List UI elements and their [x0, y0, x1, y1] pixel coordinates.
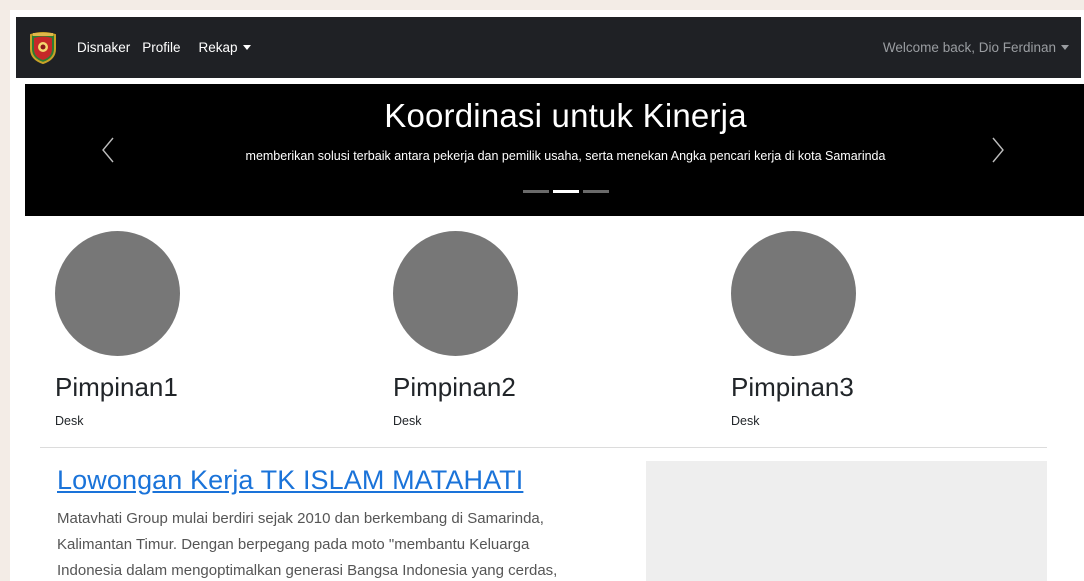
- nav-profile[interactable]: Profile: [142, 40, 180, 55]
- carousel-next-button[interactable]: [985, 132, 1009, 168]
- leader-desc: Desk: [393, 414, 422, 428]
- carousel-indicators: [25, 190, 1084, 193]
- job-description-line: Indonesia dalam mengoptimalkan generasi …: [57, 562, 558, 579]
- leader-desc: Desk: [55, 414, 84, 428]
- caret-down-icon: [242, 45, 251, 50]
- job-image-placeholder: [646, 461, 1047, 581]
- top-navbar: Disnaker Profile Rekap Welcome back, Dio…: [16, 17, 1081, 78]
- leader-avatar: [731, 231, 856, 356]
- page-frame: Disnaker Profile Rekap Welcome back, Dio…: [10, 10, 1084, 581]
- job-listing-link[interactable]: Lowongan Kerja TK ISLAM MATAHATI: [57, 465, 523, 496]
- job-description-line: Matavhati Group mulai berdiri sejak 2010…: [57, 510, 544, 527]
- carousel-indicator-2[interactable]: [552, 190, 579, 193]
- chevron-right-icon: [992, 137, 1004, 163]
- job-description: Matavhati Group mulai berdiri sejak 2010…: [57, 506, 637, 581]
- user-menu-dropdown[interactable]: Welcome back, Dio Ferdinan: [883, 40, 1069, 55]
- leader-name: Pimpinan2: [393, 372, 516, 402]
- emblem-icon[interactable]: [29, 31, 57, 64]
- carousel-title: Koordinasi untuk Kinerja: [384, 97, 747, 134]
- nav-disnaker[interactable]: Disnaker: [77, 40, 130, 55]
- leader-desc: Desk: [731, 414, 760, 428]
- leader-name: Pimpinan1: [55, 372, 178, 402]
- nav-rekap-label: Rekap: [198, 40, 238, 55]
- carousel-indicator-3[interactable]: [582, 190, 609, 193]
- leader-card-2: Pimpinan2 Desk: [393, 231, 593, 428]
- job-description-line: Kalimantan Timur. Dengan berpegang pada …: [57, 536, 530, 553]
- section-divider: [40, 447, 1047, 448]
- leader-avatar: [393, 231, 518, 356]
- leader-name: Pimpinan3: [731, 372, 854, 402]
- hero-carousel: Koordinasi untuk Kinerja memberikan solu…: [25, 84, 1084, 216]
- carousel-caption: memberikan solusi terbaik antara pekerja…: [245, 149, 886, 163]
- caret-down-icon: [1061, 45, 1069, 50]
- leader-avatar: [55, 231, 180, 356]
- nav-rekap-dropdown[interactable]: Rekap: [199, 40, 251, 55]
- leader-card-1: Pimpinan1 Desk: [55, 231, 255, 428]
- carousel-indicator-1[interactable]: [522, 190, 549, 193]
- welcome-text: Welcome back, Dio Ferdinan: [882, 40, 1056, 55]
- leader-card-3: Pimpinan3 Desk: [731, 231, 931, 428]
